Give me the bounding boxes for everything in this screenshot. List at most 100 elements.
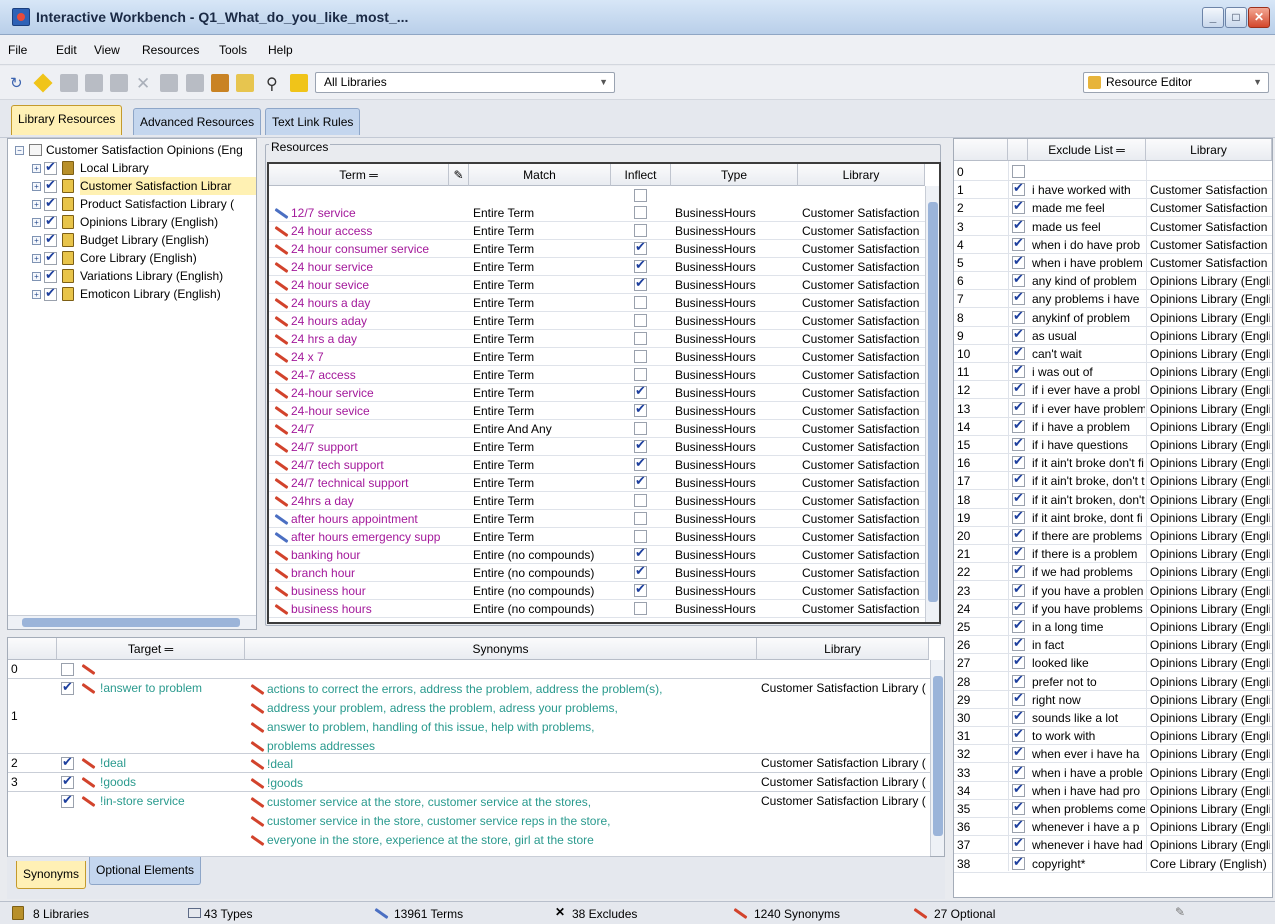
- library-cell[interactable]: Customer Satisfaction: [802, 258, 924, 276]
- exclude-term[interactable]: when i do have prob: [1032, 236, 1145, 254]
- type-cell[interactable]: BusinessHours: [675, 528, 796, 546]
- library-cell[interactable]: Customer Satisfaction: [802, 294, 924, 312]
- exclude-term[interactable]: if it aint broke, dont fi: [1032, 509, 1145, 527]
- exclude-library[interactable]: Opinions Library (Engli: [1150, 509, 1270, 527]
- column-match[interactable]: Match: [469, 164, 611, 186]
- match-cell[interactable]: Entire Term: [473, 384, 609, 402]
- exclude-checkbox[interactable]: [1012, 799, 1025, 815]
- export-icon[interactable]: [290, 74, 308, 92]
- exclude-term[interactable]: right now: [1032, 691, 1145, 709]
- column-term[interactable]: Term ═: [269, 164, 449, 186]
- type-cell[interactable]: BusinessHours: [675, 348, 796, 366]
- exclude-term[interactable]: whenever i have a p: [1032, 818, 1145, 836]
- exclude-checkbox[interactable]: [1012, 835, 1025, 852]
- menu-help[interactable]: Help: [268, 43, 293, 57]
- term-cell[interactable]: 24-hour sevice: [291, 402, 447, 420]
- inflect-checkbox[interactable]: [634, 473, 647, 489]
- exclude-checkbox[interactable]: [1012, 617, 1025, 633]
- match-cell[interactable]: Entire Term: [473, 240, 609, 258]
- exclude-checkbox[interactable]: [1012, 653, 1025, 670]
- inflect-checkbox[interactable]: [634, 437, 647, 453]
- pin-icon[interactable]: ✎: [449, 164, 469, 186]
- exclude-library[interactable]: Opinions Library (Engli: [1150, 691, 1270, 709]
- type-cell[interactable]: BusinessHours: [675, 420, 796, 438]
- exclude-library[interactable]: Core Library (English): [1150, 855, 1270, 873]
- exclude-checkbox[interactable]: [1012, 744, 1025, 761]
- exclude-checkbox[interactable]: [1012, 362, 1025, 379]
- library-filter-select[interactable]: All Libraries ▼: [315, 72, 615, 93]
- term-cell[interactable]: 24hrs a day: [291, 492, 447, 510]
- exclude-term[interactable]: looked like: [1032, 654, 1145, 672]
- match-cell[interactable]: Entire Term: [473, 438, 609, 456]
- match-cell[interactable]: Entire Term: [473, 510, 609, 528]
- expand-icon[interactable]: +: [32, 290, 41, 299]
- exclude-checkbox[interactable]: [1012, 289, 1025, 306]
- type-cell[interactable]: BusinessHours: [675, 294, 796, 312]
- inflect-checkbox[interactable]: [634, 530, 647, 543]
- column-exclude-library[interactable]: Library: [1146, 139, 1272, 161]
- exclude-term[interactable]: as usual: [1032, 327, 1145, 345]
- synonym-row-checkbox[interactable]: [61, 773, 74, 789]
- close-button[interactable]: ✕: [1248, 7, 1270, 28]
- synonym-values[interactable]: address your problem, adress the problem…: [267, 699, 755, 717]
- synonym-row-checkbox[interactable]: [61, 663, 74, 676]
- term-cell[interactable]: 24 hour service: [291, 258, 447, 276]
- tree-item-checkbox[interactable]: [44, 213, 57, 229]
- match-cell[interactable]: Entire Term: [473, 528, 609, 546]
- exclude-term[interactable]: any problems i have: [1032, 290, 1145, 308]
- library-cell[interactable]: Customer Satisfaction: [802, 582, 924, 600]
- library-cell[interactable]: Customer Satisfaction: [802, 456, 924, 474]
- type-cell[interactable]: BusinessHours: [675, 510, 796, 528]
- exclude-checkbox[interactable]: [1012, 635, 1025, 652]
- collapse-icon[interactable]: −: [15, 146, 24, 155]
- library-cell[interactable]: Customer Satisfaction: [802, 510, 924, 528]
- match-cell[interactable]: Entire Term: [473, 258, 609, 276]
- tree-item-checkbox[interactable]: [44, 231, 57, 247]
- exclude-library[interactable]: Opinions Library (Engli: [1150, 727, 1270, 745]
- scroll-thumb[interactable]: [928, 202, 938, 602]
- exclude-checkbox[interactable]: [1012, 581, 1025, 597]
- library-cell[interactable]: Customer Satisfaction: [802, 492, 924, 510]
- library-cell[interactable]: Customer Satisfaction: [802, 330, 924, 348]
- tree-item-label[interactable]: Budget Library (English): [80, 231, 256, 249]
- column-library[interactable]: Library: [798, 164, 925, 186]
- exclude-checkbox[interactable]: [1012, 271, 1025, 288]
- library-cell[interactable]: Customer Satisfaction: [802, 528, 924, 546]
- exclude-library[interactable]: Opinions Library (Engli: [1150, 563, 1270, 581]
- exclude-checkbox[interactable]: [1012, 781, 1025, 797]
- exclude-library[interactable]: Opinions Library (Engli: [1150, 745, 1270, 763]
- library-cell[interactable]: Customer Satisfaction: [802, 222, 924, 240]
- exclude-library[interactable]: Opinions Library (Engli: [1150, 600, 1270, 618]
- synonym-values[interactable]: answer to problem, handling of this issu…: [267, 718, 755, 736]
- synonym-row-checkbox[interactable]: [61, 754, 74, 770]
- inflect-checkbox[interactable]: [634, 332, 647, 345]
- synonyms-vertical-scrollbar[interactable]: [930, 660, 944, 856]
- menu-resources[interactable]: Resources: [142, 43, 199, 57]
- library-cell[interactable]: Customer Satisfaction: [802, 402, 924, 420]
- match-cell[interactable]: Entire (no compounds): [473, 546, 609, 564]
- library-cell[interactable]: Customer Satisfaction: [802, 204, 924, 222]
- synonym-row-checkbox[interactable]: [61, 679, 74, 695]
- type-cell[interactable]: BusinessHours: [675, 276, 796, 294]
- expand-icon[interactable]: +: [32, 164, 41, 173]
- exclude-library[interactable]: Opinions Library (Engli: [1150, 327, 1270, 345]
- inflect-checkbox[interactable]: [634, 602, 647, 615]
- match-cell[interactable]: Entire Term: [473, 348, 609, 366]
- exclude-checkbox[interactable]: [1012, 253, 1025, 269]
- synonym-row-checkbox[interactable]: [61, 792, 74, 808]
- exclude-checkbox[interactable]: [1012, 599, 1025, 615]
- exclude-library[interactable]: Opinions Library (Engli: [1150, 545, 1270, 563]
- column-syn-library[interactable]: Library: [757, 638, 929, 660]
- tree-root-label[interactable]: Customer Satisfaction Opinions (Eng: [46, 141, 256, 159]
- synonym-values[interactable]: !goods: [267, 774, 755, 792]
- exclude-library[interactable]: Opinions Library (Engli: [1150, 400, 1270, 418]
- minimize-button[interactable]: _: [1202, 7, 1224, 28]
- match-cell[interactable]: Entire (no compounds): [473, 600, 609, 618]
- term-cell[interactable]: 24 hour access: [291, 222, 447, 240]
- synonym-values[interactable]: !deal: [267, 755, 755, 773]
- synonym-values[interactable]: actions to correct the errors, address t…: [267, 680, 755, 698]
- tree-item-checkbox[interactable]: [44, 159, 57, 175]
- synonym-target[interactable]: !goods: [100, 773, 240, 791]
- exclude-term[interactable]: if i ever have problem: [1032, 400, 1145, 418]
- exclude-library[interactable]: Opinions Library (Engli: [1150, 309, 1270, 327]
